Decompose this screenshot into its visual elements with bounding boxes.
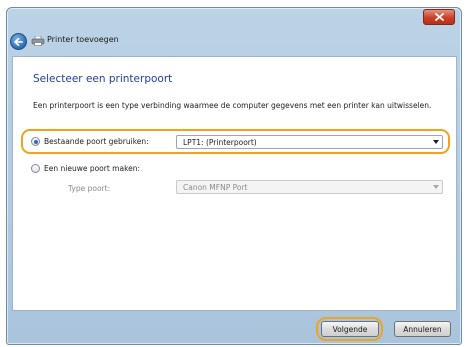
back-button[interactable]: [10, 33, 27, 50]
window-title: Printer toevoegen: [47, 35, 119, 44]
existing-port-option[interactable]: Bestaande poort gebruiken:: [31, 137, 149, 146]
existing-port-label: Bestaande poort gebruiken:: [44, 137, 149, 146]
wizard-content: Selecteer een printerpoort Een printerpo…: [12, 56, 457, 311]
new-port-radio[interactable]: [31, 164, 40, 173]
page-title: Selecteer een printerpoort: [33, 73, 173, 85]
cancel-button[interactable]: Annuleren: [394, 321, 451, 337]
next-button[interactable]: Volgende: [321, 321, 379, 337]
port-type-label: Type poort:: [68, 184, 111, 193]
chevron-down-icon: [430, 136, 442, 148]
close-button[interactable]: [423, 9, 455, 25]
new-port-option[interactable]: Een nieuwe poort maken:: [31, 164, 140, 173]
existing-port-select[interactable]: LPT1: (Printerpoort): [176, 135, 443, 149]
chevron-down-icon: [430, 181, 442, 193]
close-icon: [434, 13, 444, 21]
existing-port-value: LPT1: (Printerpoort): [183, 137, 257, 147]
add-printer-window: Printer toevoegen Selecteer een printerp…: [6, 7, 462, 345]
new-port-label: Een nieuwe poort maken:: [44, 164, 141, 173]
back-arrow-icon: [14, 37, 23, 46]
existing-port-radio[interactable]: [31, 137, 40, 146]
page-description: Een printerpoort is een type verbinding …: [33, 101, 432, 110]
printer-icon: [31, 36, 45, 46]
port-type-select[interactable]: Canon MFNP Port: [176, 180, 443, 194]
port-type-value: Canon MFNP Port: [183, 182, 248, 192]
